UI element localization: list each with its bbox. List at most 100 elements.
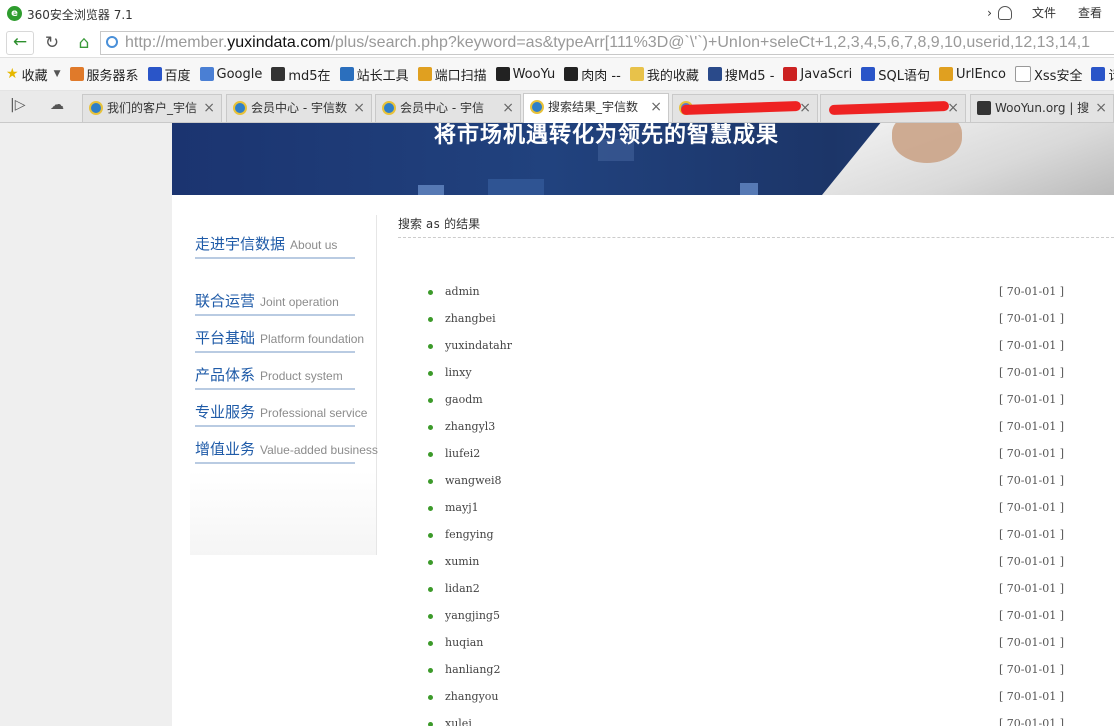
bookmark-item[interactable]: 我的收藏 — [629, 65, 699, 84]
close-tab-icon[interactable]: × — [203, 95, 215, 121]
close-tab-icon[interactable]: × — [502, 95, 514, 121]
nav-label-cn: 走进宇信数据 — [195, 235, 286, 253]
nav-label-cn: 产品体系 — [195, 366, 256, 384]
close-tab-icon[interactable]: × — [353, 95, 365, 121]
home-button[interactable]: ⌂ — [72, 33, 96, 53]
browser-tab[interactable]: WooYun.org | 搜 × — [970, 94, 1114, 122]
bookmark-item[interactable]: SQL语句 — [861, 65, 930, 84]
close-tab-icon[interactable]: × — [799, 95, 811, 121]
result-link[interactable]: huqian — [445, 636, 483, 649]
close-tab-icon[interactable]: × — [1095, 95, 1107, 121]
chevron-right-icon[interactable]: › — [987, 6, 992, 20]
bookmark-item[interactable]: Xss安全 — [1015, 65, 1082, 84]
browser-tab[interactable]: 会员中心 - 宇信 × — [375, 94, 521, 122]
sidebar-nav-item[interactable]: 走进宇信数据 About us — [195, 233, 355, 259]
result-link[interactable]: yuxindatahr — [445, 339, 512, 352]
bookmark-item[interactable]: JavaScri — [783, 67, 852, 82]
list-item: yangjing5 [ 70-01-01 ] — [428, 609, 1064, 636]
tab-favicon-icon — [382, 101, 396, 115]
bookmark-label: Google — [216, 66, 263, 82]
result-link[interactable]: xumin — [445, 555, 479, 568]
user-icon[interactable] — [997, 5, 1012, 20]
cloud-icon[interactable]: ☁ — [50, 97, 64, 113]
list-item: admin [ 70-01-01 ] — [428, 285, 1064, 312]
bullet-icon — [428, 641, 433, 646]
bookmark-item[interactable]: 站长工具 — [339, 65, 409, 84]
result-date: [ 70-01-01 ] — [998, 609, 1064, 622]
bookmark-favicon-icon — [69, 67, 84, 81]
sidebar-nav-item[interactable]: 增值业务 Value-added business — [195, 438, 378, 464]
result-link[interactable]: zhangyou — [445, 690, 499, 703]
tab-label: 会员中心 - 宇信 — [400, 101, 484, 115]
result-link[interactable]: gaodm — [445, 393, 483, 406]
browser-tab[interactable]: 会员中心 - 宇信数 × — [226, 94, 372, 122]
result-date: [ 70-01-01 ] — [998, 339, 1064, 352]
chevron-down-icon[interactable]: ▼ — [54, 69, 61, 79]
browser-tab[interactable]: 搜索结果_宇信数 × — [523, 93, 669, 123]
sidebar-nav-item[interactable]: 联合运营 Joint operation — [195, 290, 355, 316]
result-date: [ 70-01-01 ] — [998, 582, 1064, 595]
bookmark-item[interactable]: 端口扫描 — [417, 65, 487, 84]
sidebar-nav-item[interactable]: 专业服务 Professional service — [195, 401, 367, 427]
browser-tab[interactable]: 我们的客户_宇信 × — [82, 94, 222, 122]
bookmark-item[interactable]: 肉肉 -- — [564, 65, 621, 84]
result-link[interactable]: zhangyl3 — [445, 420, 495, 433]
bookmark-item[interactable]: 搜Md5 - — [707, 65, 775, 84]
bullet-icon — [428, 344, 433, 349]
tab-favicon-icon — [233, 101, 247, 115]
bullet-icon — [428, 371, 433, 376]
back-button[interactable]: ← — [6, 31, 34, 55]
result-link[interactable]: yangjing5 — [445, 609, 500, 622]
sidebar-nav-item[interactable]: 产品体系 Product system — [195, 364, 355, 390]
search-results: 搜索 as 的结果 admin [ 70-01-01 ] zhangbei [ 70-… — [398, 215, 1114, 726]
bookmark-favicon-icon — [417, 67, 432, 81]
tab-label: 会员中心 - 宇信数 — [251, 101, 347, 115]
bookmark-item[interactable]: WooYu — [495, 66, 556, 82]
bookmark-item[interactable]: UrlEnco — [938, 67, 1006, 82]
results-heading-suffix: 的结果 — [444, 217, 481, 231]
nav-label-en: Platform foundation — [260, 332, 365, 346]
result-link[interactable]: linxy — [445, 366, 472, 379]
close-tab-icon[interactable]: × — [947, 95, 959, 121]
bookmark-item[interactable]: Google — [199, 66, 263, 82]
result-date: [ 70-01-01 ] — [998, 420, 1064, 433]
result-link[interactable]: admin — [445, 285, 480, 298]
bookmark-item[interactable]: ★ 收藏 ▼ — [6, 65, 61, 84]
result-link[interactable]: lidan2 — [445, 582, 480, 595]
url-input[interactable]: http://member.yuxindata.com/plus/search.… — [100, 31, 1114, 55]
result-link[interactable]: wangwei8 — [445, 474, 502, 487]
result-date: [ 70-01-01 ] — [998, 555, 1064, 568]
result-date: [ 70-01-01 ] — [998, 663, 1064, 676]
nav-label-cn: 增值业务 — [195, 440, 256, 458]
bullet-icon — [428, 533, 433, 538]
redaction-mark — [680, 100, 802, 116]
result-date: [ 70-01-01 ] — [998, 528, 1064, 541]
browser-tab[interactable]: × — [672, 94, 818, 122]
browser-tab[interactable]: × — [820, 94, 966, 122]
bookmark-item[interactable]: md5在 — [271, 65, 331, 84]
sidebar-nav-item[interactable]: 平台基础 Platform foundation — [195, 327, 364, 353]
result-link[interactable]: liufei2 — [445, 447, 480, 460]
result-link[interactable]: hanliang2 — [445, 663, 500, 676]
result-link[interactable]: zhangbei — [445, 312, 496, 325]
bookmark-label: 百度 — [164, 68, 191, 84]
bookmark-label: WooYu — [512, 66, 556, 82]
result-link[interactable]: mayj1 — [445, 501, 479, 514]
bookmark-item[interactable]: 请 — [1091, 65, 1114, 84]
list-item: liufei2 [ 70-01-01 ] — [428, 447, 1064, 474]
bookmark-favicon-icon — [339, 67, 354, 81]
result-link[interactable]: xulei — [445, 717, 472, 726]
result-link[interactable]: fengying — [445, 528, 494, 541]
sidebar-toggle-icon[interactable]: |▷ — [10, 97, 25, 113]
menu-view[interactable]: 查看 — [1078, 4, 1102, 21]
close-tab-icon[interactable]: × — [650, 94, 662, 120]
bookmark-item[interactable]: 服务器系 — [69, 65, 139, 84]
result-date: [ 70-01-01 ] — [998, 447, 1064, 460]
bookmark-item[interactable]: 百度 — [147, 65, 191, 84]
bookmark-label: 请 — [1108, 65, 1114, 84]
bookmark-label: 搜Md5 - — [724, 68, 775, 84]
reload-button[interactable]: ↻ — [40, 33, 64, 53]
menu-file[interactable]: 文件 — [1032, 4, 1056, 21]
address-toolbar: ← ↻ ⌂ http://member.yuxindata.com/plus/s… — [0, 28, 1114, 58]
result-date: [ 70-01-01 ] — [998, 717, 1064, 726]
